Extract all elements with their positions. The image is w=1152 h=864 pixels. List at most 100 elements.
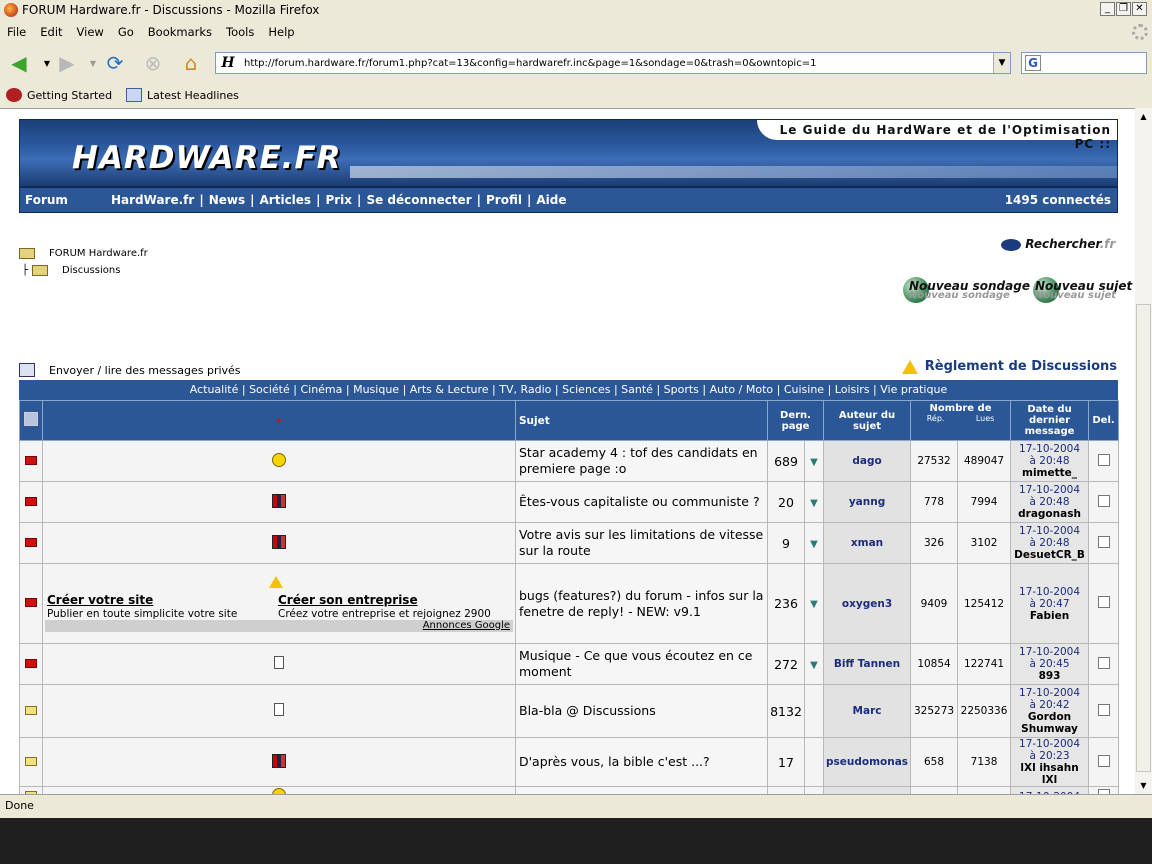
topic-last-message[interactable]: 17-10-2004 à 20:48 DesuetCR_B	[1010, 522, 1090, 564]
topic-last-page[interactable]: 17	[767, 737, 805, 787]
topic-delete-cell[interactable]	[1088, 522, 1120, 564]
header-reads[interactable]: Lues	[976, 414, 994, 423]
last-date[interactable]: 17-10-2004	[1011, 738, 1088, 750]
breadcrumb-root-label[interactable]: FORUM Hardware.fr	[49, 248, 148, 259]
home-icon[interactable]: ⌂	[178, 50, 204, 76]
topic-author[interactable]: dago	[823, 440, 912, 482]
category-link[interactable]: Santé	[621, 383, 653, 396]
delete-checkbox[interactable]	[1097, 453, 1110, 466]
scroll-down-icon[interactable]: ▼	[1136, 778, 1151, 793]
category-link[interactable]: Sports	[664, 383, 699, 396]
topic-goto-cell[interactable]	[803, 684, 825, 738]
delete-checkbox[interactable]	[1097, 535, 1110, 548]
topic-author[interactable]: pseudomonas	[823, 737, 912, 787]
topic-author[interactable]: Marc	[823, 684, 912, 738]
search-box[interactable]: G	[1021, 52, 1147, 74]
topic-goto-cell[interactable]: ▼	[803, 481, 825, 523]
ads-label[interactable]: Annonces Google	[45, 619, 513, 632]
menu-file[interactable]: File	[0, 22, 33, 42]
url-dropdown-icon[interactable]: ▼	[993, 53, 1010, 73]
topic-flag-cell[interactable]	[19, 786, 43, 794]
ad-title[interactable]: Créer son entreprise	[278, 594, 508, 606]
goto-last-arrow-icon[interactable]: ▼	[810, 457, 818, 468]
nav-profil[interactable]: Profil	[481, 193, 527, 207]
topic-flag-cell[interactable]	[19, 684, 43, 738]
topic-last-message[interactable]: 17-10-2004 à 20:45 893	[1010, 643, 1090, 685]
topic-last-page[interactable]: 9	[767, 522, 805, 564]
address-bar[interactable]: H http://forum.hardware.fr/forum1.php?ca…	[215, 52, 1011, 74]
topic-last-page[interactable]: 272	[767, 643, 805, 685]
topic-delete-cell[interactable]	[1088, 737, 1120, 787]
category-link[interactable]: Cuisine	[784, 383, 824, 396]
reload-icon[interactable]: ⟳	[102, 50, 128, 76]
topic-delete-cell[interactable]	[1088, 440, 1120, 482]
goto-last-arrow-icon[interactable]: ▼	[810, 539, 818, 550]
menu-tools[interactable]: Tools	[219, 22, 261, 42]
topic-last-message[interactable]: 17-10-2004 à 20:47 Fabien	[1010, 563, 1090, 644]
nav-prix[interactable]: Prix	[320, 193, 357, 207]
topic-author[interactable]: xman	[823, 522, 912, 564]
breadcrumb-child-label[interactable]: Discussions	[62, 265, 120, 276]
red-flag-icon[interactable]	[25, 455, 37, 465]
scroll-thumb[interactable]	[1136, 304, 1151, 772]
delete-checkbox[interactable]	[1097, 656, 1110, 669]
back-arrow-icon[interactable]: ◀	[6, 50, 32, 76]
category-link[interactable]: Cinéma	[300, 383, 342, 396]
close-button[interactable]: ✕	[1132, 2, 1147, 16]
menu-view[interactable]: View	[70, 22, 111, 42]
search-button[interactable]: Rechercher.fr	[1001, 237, 1115, 251]
topic-flag-cell[interactable]	[19, 737, 43, 787]
breadcrumb-child[interactable]: ├ Discussions	[22, 265, 120, 276]
category-link[interactable]: Musique	[353, 383, 399, 396]
new-topic-button[interactable]: Nouveau sujet Nouveau sujet	[1033, 277, 1132, 303]
delete-checkbox[interactable]	[1097, 596, 1110, 608]
menu-bookmarks[interactable]: Bookmarks	[141, 22, 219, 42]
rules-link[interactable]: Règlement de Discussions	[901, 359, 1117, 374]
header-subject[interactable]: Sujet	[515, 400, 768, 441]
last-time[interactable]: à 20:23	[1011, 750, 1088, 762]
topic-goto-cell[interactable]	[803, 786, 825, 794]
topic-flag-cell[interactable]	[19, 563, 43, 644]
nav-hardware[interactable]: HardWare.fr	[106, 193, 199, 207]
folder-icon[interactable]	[25, 756, 37, 766]
last-date[interactable]: 17-10-2004	[1011, 586, 1088, 598]
topic-delete-cell[interactable]	[1088, 643, 1120, 685]
table-row[interactable]: Star academy 4 : tof des candidats en pr…	[19, 440, 1120, 482]
category-link[interactable]: TV, Radio	[499, 383, 551, 396]
goto-last-arrow-icon[interactable]: ▼	[810, 498, 818, 509]
table-row[interactable]: Êtes-vous capitaliste ou communiste ? 20 ▼…	[19, 481, 1120, 523]
topic-subject[interactable]: Votre avis sur les limitations de vitess…	[515, 522, 768, 564]
topic-goto-cell[interactable]: ▼	[803, 440, 825, 482]
last-time[interactable]: à 20:48	[1011, 537, 1088, 549]
stop-icon[interactable]: ⊗	[140, 50, 166, 76]
topic-subject[interactable]	[515, 786, 768, 794]
topic-author[interactable]: yanng	[823, 481, 912, 523]
maximize-button[interactable]: ❐	[1116, 2, 1131, 16]
site-logo[interactable]: HARDWARE.FR	[72, 140, 342, 176]
topic-goto-cell[interactable]: ▼	[803, 563, 825, 644]
topic-last-page[interactable]: 8132	[767, 684, 805, 738]
table-row[interactable]: D'après vous, la bible c'est ...? 17 pseud…	[19, 737, 1120, 787]
private-messages-label[interactable]: Envoyer / lire des messages privés	[49, 364, 241, 377]
topic-goto-cell[interactable]: ▼	[803, 522, 825, 564]
topic-subject[interactable]: Êtes-vous capitaliste ou communiste ?	[515, 481, 768, 523]
last-time[interactable]: à 20:47	[1011, 598, 1088, 610]
goto-last-arrow-icon[interactable]: ▼	[810, 599, 818, 610]
table-row[interactable]: 17-10-2004	[19, 786, 1120, 794]
minimize-button[interactable]: _	[1100, 2, 1115, 16]
mark-read-icon[interactable]	[24, 412, 38, 426]
topic-delete-cell[interactable]	[1088, 563, 1120, 644]
menu-help[interactable]: Help	[261, 22, 301, 42]
category-link[interactable]: Auto / Moto	[710, 383, 774, 396]
category-link[interactable]: Loisirs	[835, 383, 870, 396]
topic-goto-cell[interactable]	[803, 737, 825, 787]
menu-go[interactable]: Go	[111, 22, 141, 42]
new-poll-button[interactable]: Nouveau sondage Nouveau sondage	[903, 277, 1030, 303]
last-date[interactable]: 17-10-2004	[1011, 443, 1088, 455]
topic-flag-cell[interactable]	[19, 643, 43, 685]
last-time[interactable]: à 20:42	[1011, 699, 1088, 711]
topic-subject[interactable]: Star academy 4 : tof des candidats en pr…	[515, 440, 768, 482]
topic-subject[interactable]: D'après vous, la bible c'est ...?	[515, 737, 768, 787]
last-date[interactable]: 17-10-2004	[1011, 687, 1088, 699]
table-row[interactable]: Musique - Ce que vous écoutez en ce mome…	[19, 643, 1120, 685]
